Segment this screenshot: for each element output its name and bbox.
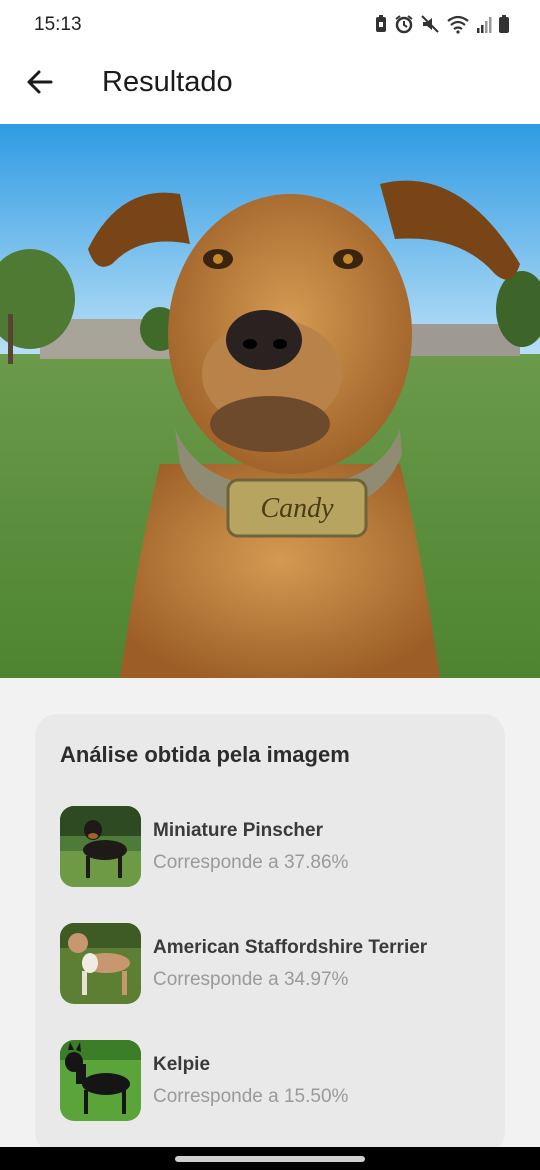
breed-match: Corresponde a 15.50% xyxy=(153,1086,349,1107)
breed-match: Corresponde a 34.97% xyxy=(153,969,349,990)
page-title: Resultado xyxy=(102,66,233,98)
analysis-card: Análise obtida pela imagem Miniature Pin… xyxy=(35,714,505,1154)
breed-thumbnail xyxy=(60,806,141,887)
alarm-icon xyxy=(395,15,413,34)
collar-tag-text: Candy xyxy=(260,493,334,524)
breed-thumbnail xyxy=(60,923,141,1004)
dog-photo: Candy xyxy=(0,124,540,678)
navigation-bar xyxy=(0,1147,540,1170)
breed-item-american-staffordshire-terrier[interactable]: American Staffordshire Terrier Correspon… xyxy=(60,923,500,1005)
breed-name: Kelpie xyxy=(153,1054,211,1075)
app-bar: Resultado xyxy=(0,52,540,124)
battery-saver-icon xyxy=(376,15,386,32)
arrow-left-icon xyxy=(27,70,53,94)
battery-icon xyxy=(499,15,509,33)
wifi-icon xyxy=(447,15,469,34)
status-bar: 15:13 xyxy=(0,0,540,52)
breed-match: Corresponde a 37.86% xyxy=(153,852,349,873)
breed-name: Miniature Pinscher xyxy=(153,820,323,841)
status-icons xyxy=(374,14,510,34)
signal-icon xyxy=(477,17,492,33)
breed-item-kelpie[interactable]: Kelpie Corresponde a 15.50% xyxy=(60,1040,500,1122)
back-button[interactable] xyxy=(22,64,58,100)
breed-name: American Staffordshire Terrier xyxy=(153,937,428,958)
home-gesture-handle[interactable] xyxy=(175,1156,365,1162)
breed-item-miniature-pinscher[interactable]: Miniature Pinscher Corresponde a 37.86% xyxy=(60,806,500,888)
mute-icon xyxy=(421,15,439,33)
analysis-title: Análise obtida pela imagem xyxy=(60,742,350,767)
status-time: 15:13 xyxy=(34,14,82,35)
breed-thumbnail xyxy=(60,1040,141,1121)
